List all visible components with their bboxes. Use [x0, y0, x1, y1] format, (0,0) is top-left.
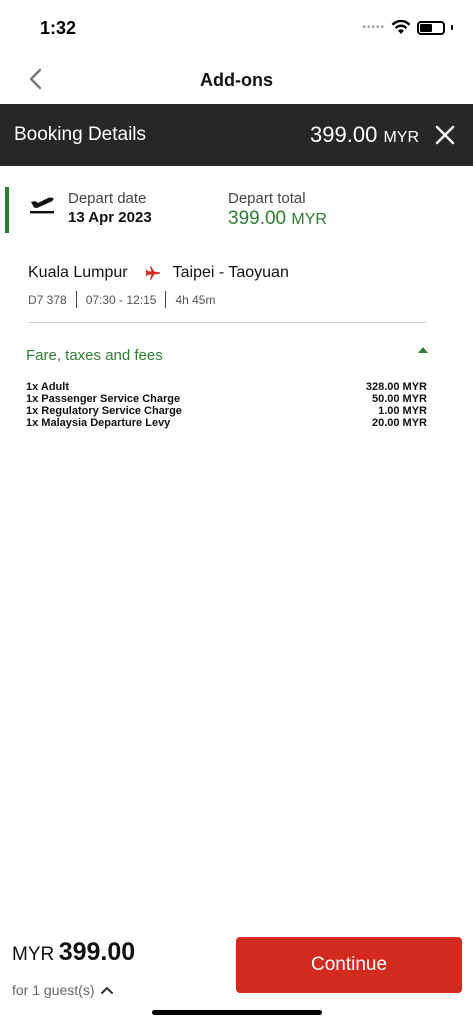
depart-total-label: Depart total: [228, 190, 306, 207]
guest-count: for 1 guest(s): [12, 982, 95, 998]
continue-button[interactable]: Continue: [236, 937, 462, 993]
status-icons: •••••: [362, 20, 453, 35]
flight-times: 07:30 - 12:15: [85, 292, 157, 307]
battery-tip: [451, 25, 453, 30]
divider: [28, 322, 427, 323]
signal-icon: •••••: [362, 22, 385, 33]
fee-amount: 20.00 MYR: [371, 417, 427, 429]
depart-total-value: 399.00 MYR: [228, 208, 327, 230]
add-ons-screen: 1:32 ••••• Add-ons Booking Details 399.0…: [0, 0, 473, 1024]
fee-row: 1x Malaysia Departure Levy 20.00 MYR: [26, 417, 427, 429]
fee-amount: 1.00 MYR: [378, 405, 427, 417]
fee-row: 1x Adult 328.00 MYR: [26, 381, 427, 393]
depart-accent-line: [5, 187, 9, 233]
fee-row: 1x Regulatory Service Charge 1.00 MYR: [26, 405, 427, 417]
airplane-icon: [145, 266, 160, 280]
status-time: 1:32: [40, 18, 77, 38]
booking-total-amount: 399.00: [310, 122, 378, 147]
fee-amount: 50.00 MYR: [371, 393, 427, 405]
flight-takeoff-icon: [30, 197, 54, 214]
home-indicator: [152, 1010, 322, 1015]
meta-divider: [75, 291, 77, 308]
wifi-icon: [391, 20, 411, 34]
page-title: Add-ons: [200, 70, 273, 90]
fees-title: Fare, taxes and fees: [26, 347, 163, 364]
booking-details-title: Booking Details: [14, 124, 147, 145]
fee-label: 1x Regulatory Service Charge: [26, 405, 182, 417]
fee-label: 1x Malaysia Departure Levy: [26, 417, 171, 429]
fees-list: 1x Adult 328.00 MYR 1x Passenger Service C…: [26, 381, 427, 429]
close-icon: [435, 125, 455, 145]
depart-total-currency: MYR: [291, 211, 327, 228]
guest-count-toggle[interactable]: for 1 guest(s): [12, 982, 114, 998]
fees-toggle[interactable]: Fare, taxes and fees: [26, 345, 430, 369]
meta-divider: [165, 291, 167, 308]
status-bar: 1:32 •••••: [0, 0, 473, 58]
fee-label: 1x Adult: [26, 381, 69, 393]
depart-total-amount: 399.00: [228, 208, 287, 229]
origin-city: Kuala Lumpur: [28, 264, 128, 281]
close-button[interactable]: [431, 121, 459, 149]
chevron-up-icon: [101, 987, 114, 994]
battery-icon: [417, 20, 445, 35]
flight-duration: 4h 45m: [175, 292, 216, 307]
battery-level: [420, 23, 432, 32]
destination-city: Taipei - Taoyuan: [172, 264, 289, 281]
route: Kuala Lumpur Taipei - Taoyuan: [28, 264, 289, 282]
footer-currency: MYR: [12, 944, 55, 965]
fee-row: 1x Passenger Service Charge 50.00 MYR: [26, 393, 427, 405]
booking-details-bar: Booking Details 399.00 MYR: [0, 104, 473, 166]
fee-amount: 328.00 MYR: [365, 381, 427, 393]
caret-up-icon: [418, 347, 428, 353]
booking-total-currency: MYR: [383, 129, 419, 146]
nav-bar: Add-ons: [0, 58, 473, 104]
footer-amount: 399.00: [58, 938, 136, 966]
booking-total: 399.00 MYR: [310, 122, 419, 148]
fee-label: 1x Passenger Service Charge: [26, 393, 181, 405]
footer-price: MYR 399.00: [12, 938, 135, 967]
depart-date-value: 13 Apr 2023: [68, 209, 152, 226]
flight-number: D7 378: [28, 292, 67, 307]
depart-date-label: Depart date: [68, 190, 147, 207]
flight-meta: D7 378 07:30 - 12:15 4h 45m: [28, 291, 215, 308]
